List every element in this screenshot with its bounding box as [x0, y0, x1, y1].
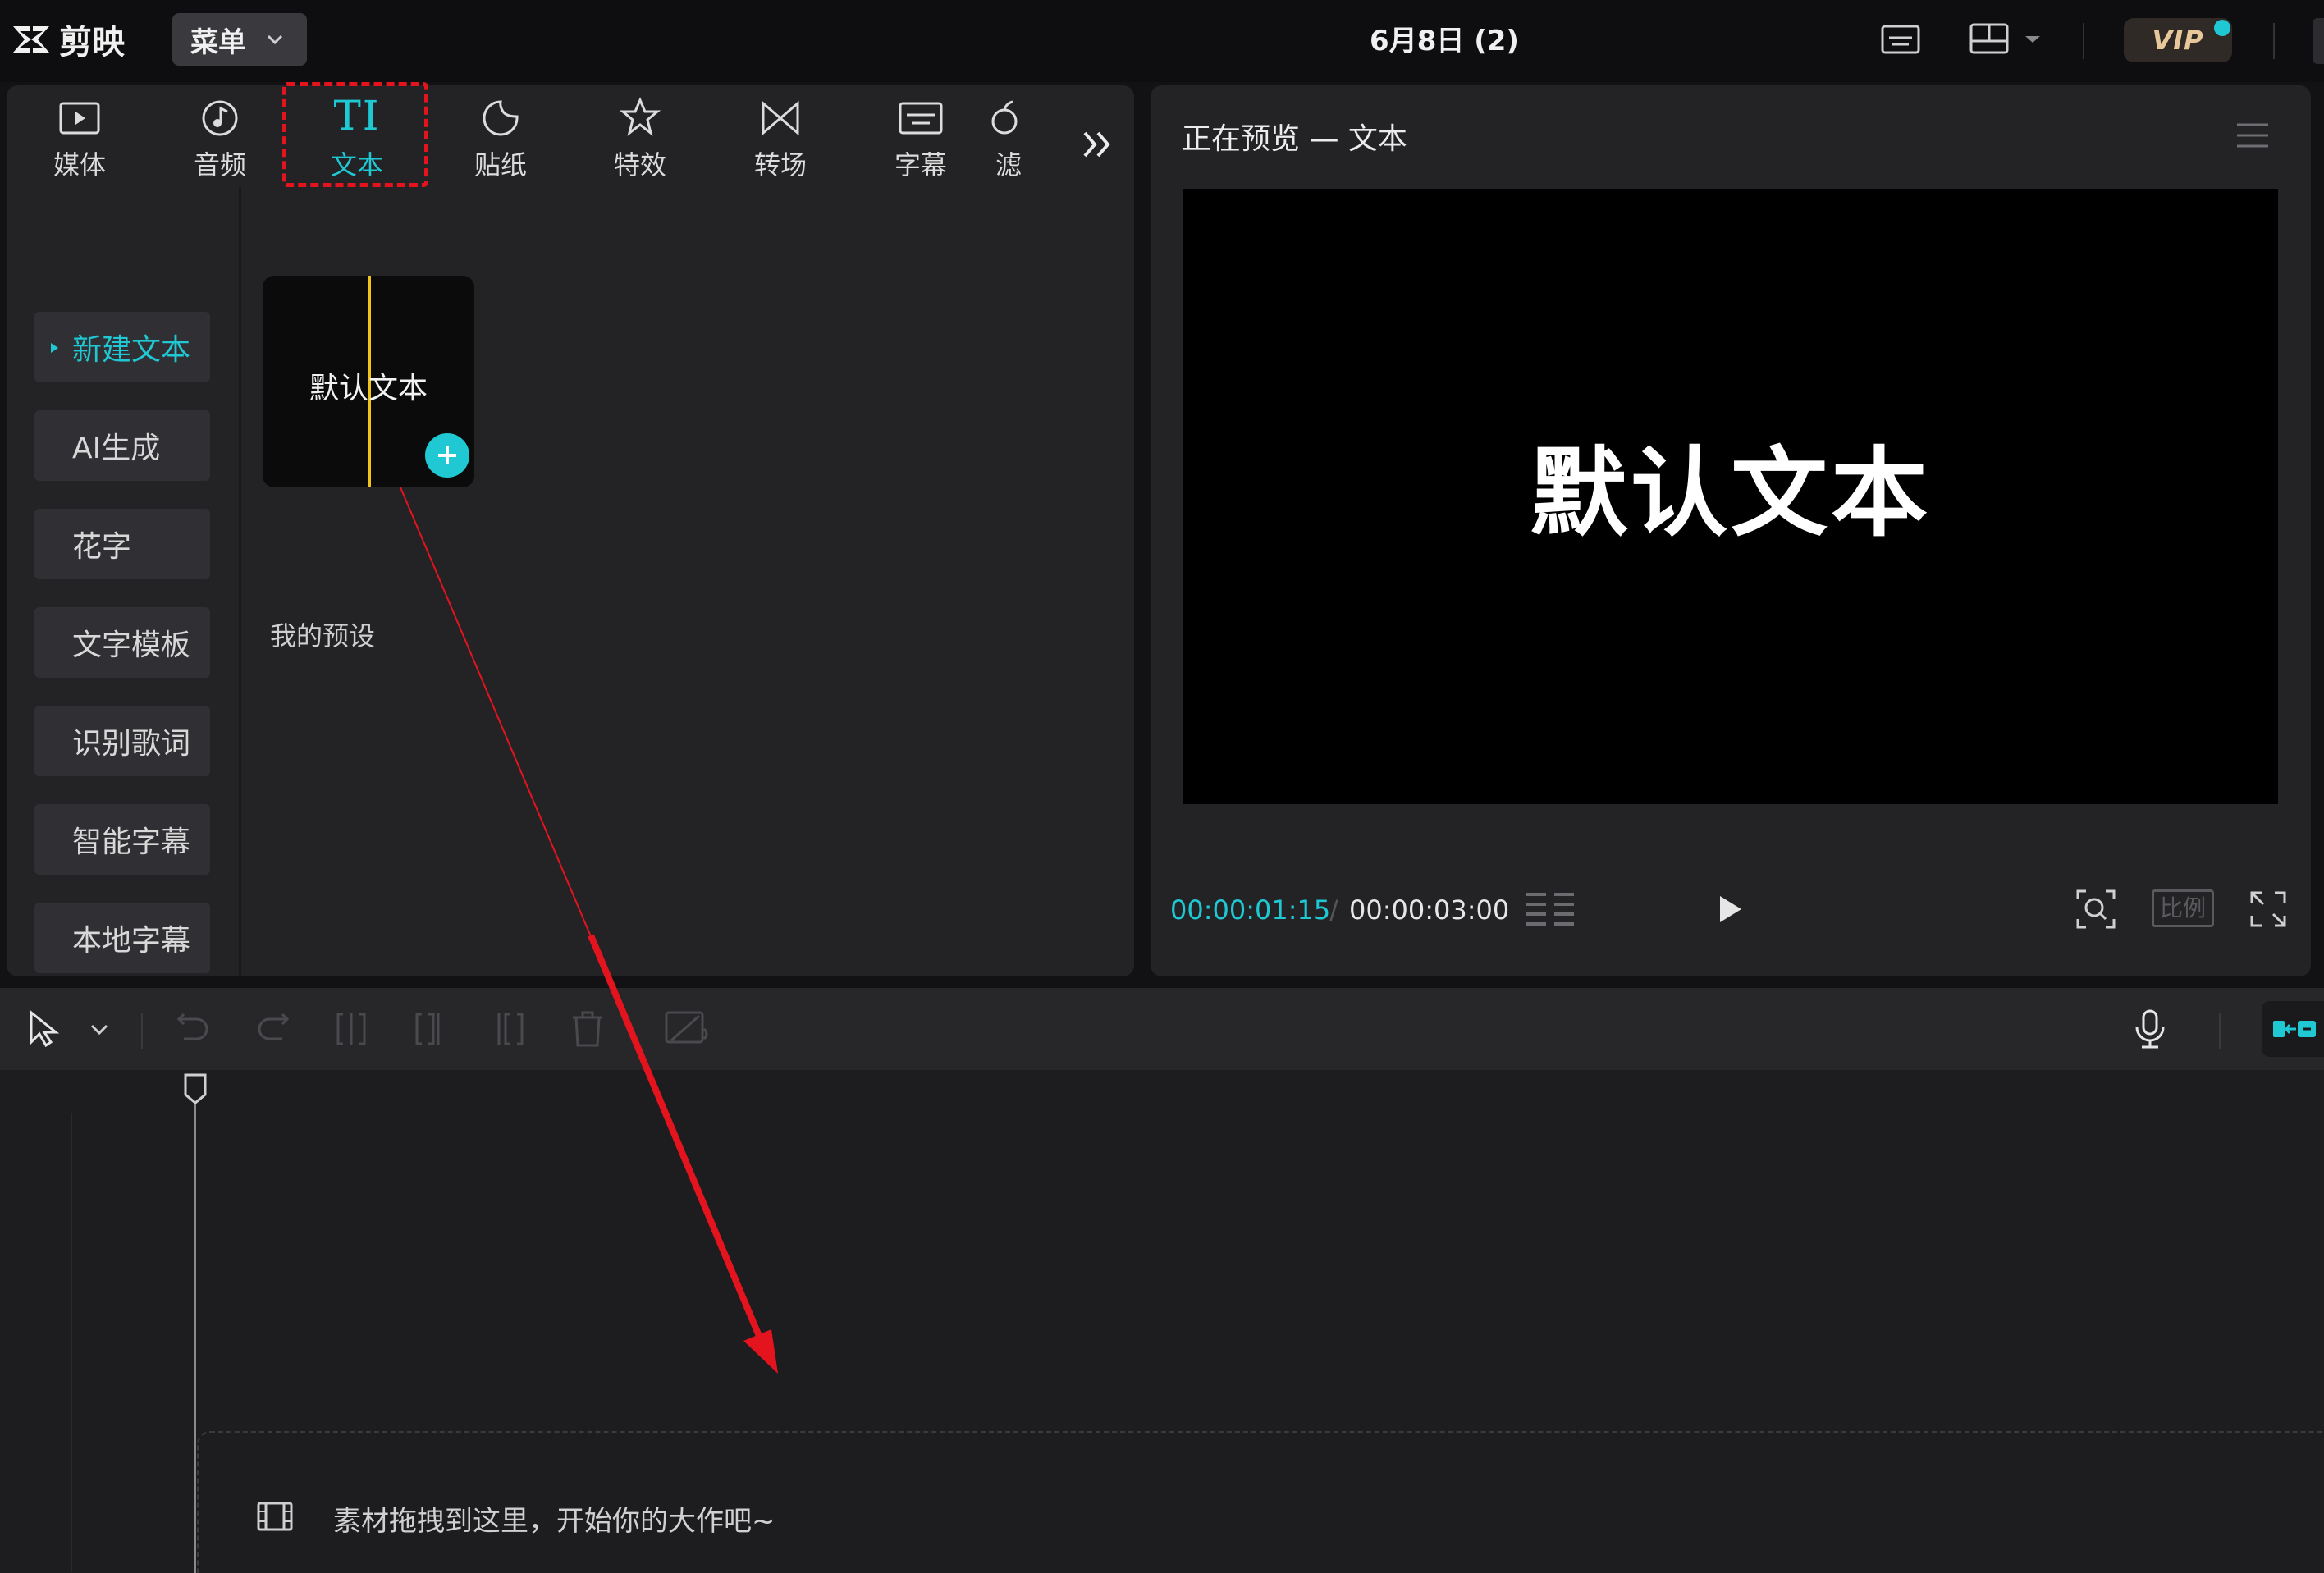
app-window: 剪映 菜单 6月8日 (2) VIP 媒体 音频 TI 文本 贴纸 特效 转场 …	[0, 0, 2324, 1573]
main-track-magnet-button[interactable]	[2262, 1001, 2324, 1057]
sidebar-item-auto-captions[interactable]: 智能字幕	[34, 804, 210, 875]
split-right-icon[interactable]	[487, 1008, 530, 1050]
preview-panel: 正在预览 — 文本 默认文本 00:00:01:15 / 00:00:03:00	[1151, 85, 2311, 976]
plus-icon	[438, 446, 456, 464]
app-name: 剪映	[59, 24, 125, 62]
tab-label: 字幕	[894, 149, 947, 181]
subtitle-icon	[899, 102, 943, 135]
sidebar-item-label: 花字	[72, 530, 132, 564]
timecode-separator: /	[1329, 894, 1338, 926]
transition-icon	[762, 100, 799, 136]
filter-icon	[991, 100, 1018, 135]
hamburger-menu-icon[interactable]	[2234, 120, 2271, 151]
capcut-logo-icon	[13, 26, 49, 53]
divider	[2219, 1013, 2221, 1049]
sidebar-item-label: 新建文本	[72, 333, 191, 367]
sidebar-item-label: AI生成	[72, 432, 161, 465]
select-cursor-icon[interactable]	[23, 1008, 66, 1050]
sidebar-item-label: 识别歌词	[72, 727, 191, 761]
divider	[2083, 23, 2084, 59]
delete-icon[interactable]	[566, 1008, 609, 1050]
tab-label: 滤	[995, 149, 1022, 181]
window-edge-control[interactable]	[2313, 18, 2324, 64]
project-title: 6月8日 (2)	[1370, 25, 1519, 57]
microphone-icon[interactable]	[2129, 1008, 2171, 1050]
tab-media[interactable]: 媒体	[18, 92, 141, 184]
effects-icon	[619, 97, 661, 136]
zoom-fit-icon[interactable]	[2075, 888, 2117, 931]
timeline-toolbar	[0, 988, 2324, 1070]
divider	[2273, 23, 2275, 59]
menu-label: 菜单	[190, 25, 246, 59]
sidebar-item-lyrics[interactable]: 识别歌词	[34, 706, 210, 776]
track-rail	[71, 1113, 72, 1572]
add-text-button[interactable]	[425, 433, 469, 478]
sidebar-item-text-template[interactable]: 文字模板	[34, 607, 210, 678]
film-strip-icon	[257, 1502, 293, 1531]
tab-effects[interactable]: 特效	[579, 92, 702, 184]
shortcut-keyboard-icon[interactable]	[1878, 18, 1924, 61]
timecode-total: 00:00:03:00	[1349, 894, 1510, 926]
divider	[141, 1013, 143, 1049]
split-left-icon[interactable]	[409, 1008, 451, 1050]
playhead-line[interactable]	[194, 1091, 196, 1573]
text-sidebar: 新建文本 AI生成 花字 文字模板 识别歌词 智能字幕 本地字幕	[7, 187, 241, 976]
materials-panel: 媒体 音频 TI 文本 贴纸 特效 转场 字幕 滤 新建文本 AI生成 花字 文…	[7, 85, 1134, 976]
tab-subtitle[interactable]: 字幕	[859, 92, 982, 184]
vip-notification-dot	[2214, 20, 2230, 36]
title-bar: 剪映 菜单 6月8日 (2) VIP	[0, 0, 2324, 82]
split-icon[interactable]	[330, 1008, 373, 1050]
chevron-down-icon	[267, 34, 283, 45]
undo-icon[interactable]	[172, 1008, 215, 1050]
fullscreen-icon[interactable]	[2249, 889, 2288, 929]
tab-transition[interactable]: 转场	[719, 92, 842, 184]
timeline-list-icon[interactable]	[1523, 888, 1577, 929]
timeline-tracks[interactable]: 素材拖拽到这里，开始你的大作吧~	[0, 1072, 2324, 1573]
preview-title: 正在预览 — 文本	[1182, 122, 1407, 156]
preview-canvas[interactable]: 默认文本	[1183, 189, 2278, 804]
magnet-link-icon	[2273, 1021, 2316, 1037]
tab-label: 转场	[753, 149, 807, 181]
layout-icon[interactable]	[1966, 18, 2012, 61]
sticker-icon	[483, 100, 519, 136]
menu-button[interactable]: 菜单	[172, 13, 307, 66]
sidebar-item-local-captions[interactable]: 本地字幕	[34, 903, 210, 973]
aspect-ratio-button[interactable]: 比例	[2152, 889, 2214, 927]
card-text: 默认文本	[309, 372, 428, 405]
tab-label: 音频	[193, 149, 246, 181]
tab-label: 媒体	[53, 149, 106, 181]
sidebar-item-label: 本地字幕	[72, 924, 191, 958]
sidebar-item-label: 智能字幕	[72, 825, 191, 859]
tab-audio[interactable]: 音频	[158, 92, 281, 184]
sidebar-item-ai-generate[interactable]: AI生成	[34, 410, 210, 481]
sidebar-item-fancy-text[interactable]: 花字	[34, 509, 210, 579]
app-logo: 剪映	[10, 15, 125, 64]
tab-sticker[interactable]: 贴纸	[439, 92, 562, 184]
audio-icon	[202, 100, 238, 136]
tab-label: 特效	[613, 149, 666, 181]
sidebar-item-label: 文字模板	[72, 629, 191, 662]
category-tabs: 媒体 音频 TI 文本 贴纸 特效 转场 字幕 滤	[7, 85, 1134, 187]
sidebar-item-new-text[interactable]: 新建文本	[34, 312, 210, 382]
timeline-panel: 素材拖拽到这里，开始你的大作吧~	[0, 988, 2324, 1573]
drop-hint-text: 素材拖拽到这里，开始你的大作吧~	[333, 1505, 775, 1538]
timecode-current: 00:00:01:15	[1170, 894, 1331, 926]
annotation-highlight-box	[282, 82, 428, 187]
play-icon[interactable]	[1713, 893, 1746, 926]
playhead-handle-icon[interactable]	[182, 1072, 208, 1104]
section-presets-label: 我的预设	[270, 620, 376, 652]
tab-label: 贴纸	[473, 149, 527, 181]
canvas-text: 默认文本	[1530, 436, 1931, 550]
media-icon	[59, 102, 100, 135]
default-text-card[interactable]: 默认文本	[263, 276, 474, 487]
disabled-audio-icon[interactable]	[663, 1008, 714, 1050]
layout-dropdown-icon[interactable]	[2020, 18, 2045, 61]
double-chevron-right-icon[interactable]	[1075, 121, 1121, 167]
tab-filter[interactable]: 滤	[988, 92, 1029, 184]
redo-icon[interactable]	[251, 1008, 294, 1050]
chevron-down-icon[interactable]	[85, 1008, 113, 1050]
